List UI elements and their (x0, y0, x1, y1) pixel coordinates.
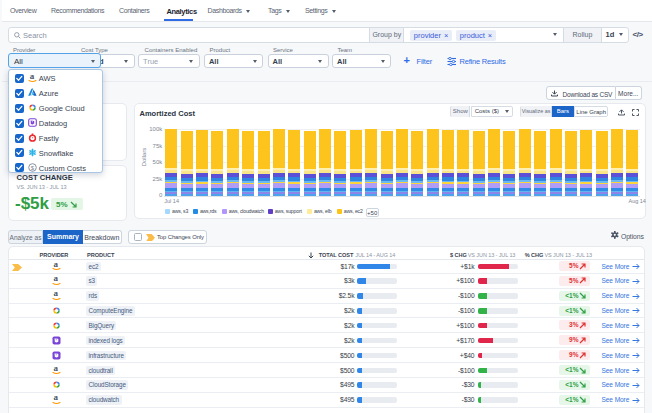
svg-text:$: $ (31, 164, 35, 170)
